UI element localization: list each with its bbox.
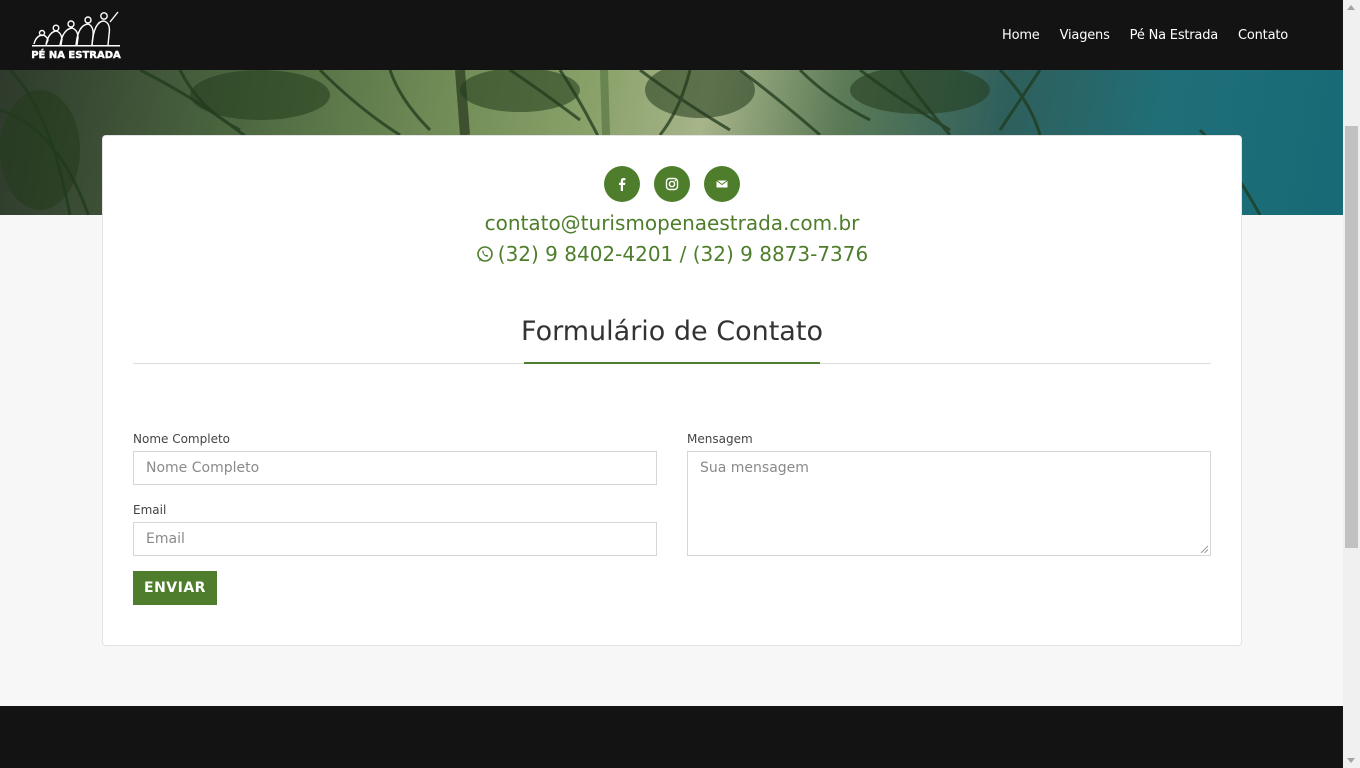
email-label: Email [133,503,167,517]
name-input[interactable]: Nome Completo [133,451,657,485]
contact-email[interactable]: contato@turismopenaestrada.com.br [103,211,1241,235]
nav-contato[interactable]: Contato [1238,28,1288,43]
send-button[interactable]: ENVIAR [133,571,217,605]
contact-card: contato@turismopenaestrada.com.br (32) 9… [102,135,1242,646]
message-placeholder: Sua mensagem [700,460,809,476]
name-placeholder: Nome Completo [146,460,260,476]
page-footer [0,706,1343,768]
contact-phones: (32) 9 8402-4201 / (32) 9 8873-7376 [103,242,1241,266]
top-navbar: PÉ NA ESTRADA Home Viagens Pé Na Estrada… [0,0,1343,70]
site-logo[interactable]: PÉ NA ESTRADA [30,8,122,62]
social-links [103,166,1241,202]
logo-text: PÉ NA ESTRADA [31,48,121,61]
main-nav: Home Viagens Pé Na Estrada Contato [1002,0,1288,70]
title-accent-underline [524,362,820,364]
message-textarea[interactable]: Sua mensagem [687,451,1211,556]
name-label: Nome Completo [133,432,230,446]
facebook-icon[interactable] [604,166,640,202]
email-placeholder: Email [146,531,185,547]
instagram-icon[interactable] [654,166,690,202]
email-input[interactable]: Email [133,522,657,556]
mail-icon[interactable] [704,166,740,202]
phone-numbers: (32) 9 8402-4201 / (32) 9 8873-7376 [497,242,869,266]
resize-handle-icon[interactable] [1200,545,1208,553]
scrollbar-thumb[interactable] [1345,126,1358,548]
nav-pe-na-estrada[interactable]: Pé Na Estrada [1130,28,1219,43]
message-label: Mensagem [687,432,753,446]
scroll-down-icon[interactable] [1347,758,1355,763]
form-title: Formulário de Contato [521,316,823,347]
nav-home[interactable]: Home [1002,28,1040,43]
vertical-scrollbar[interactable] [1343,0,1360,768]
nav-viagens[interactable]: Viagens [1060,28,1110,43]
whatsapp-icon [476,246,493,262]
scroll-up-icon[interactable] [1347,5,1355,10]
